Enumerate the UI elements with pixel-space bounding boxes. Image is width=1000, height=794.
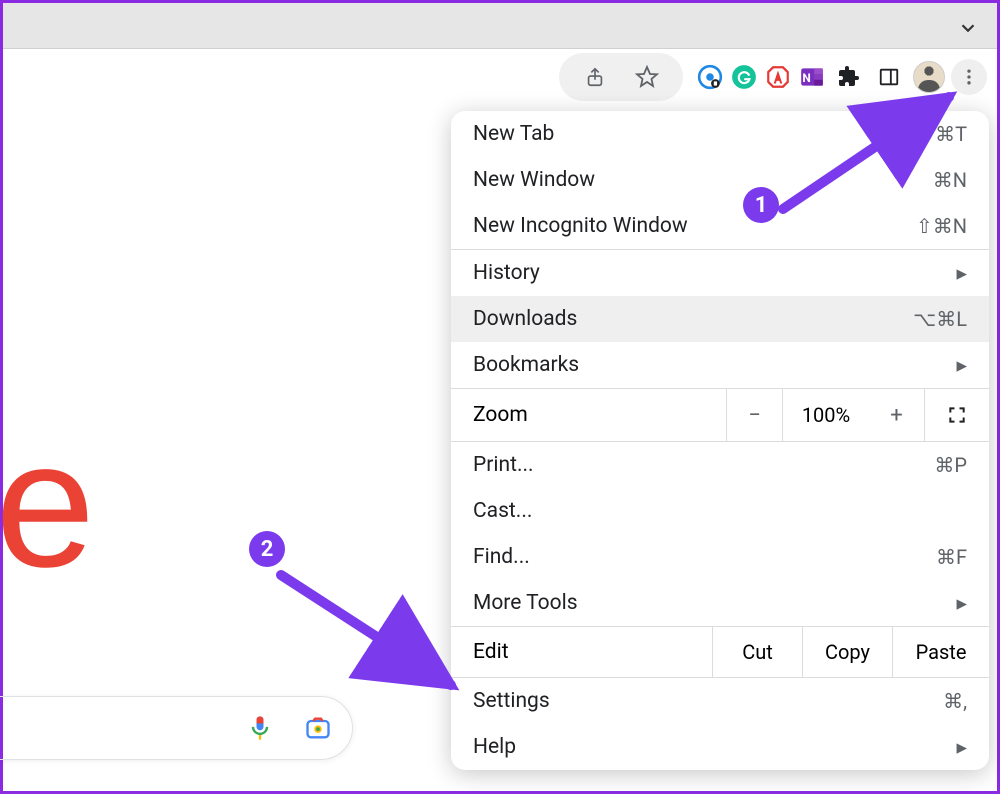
menu-shortcut: ⌘F (936, 545, 967, 569)
window-frame: N g l e ling Lucky New (0, 0, 1000, 794)
menu-more-tools[interactable]: More Tools ▸ (451, 580, 989, 626)
menu-shortcut: ⌘P (934, 453, 967, 477)
menu-find[interactable]: Find... ⌘F (451, 534, 989, 580)
submenu-arrow-icon: ▸ (956, 353, 967, 378)
share-icon[interactable] (577, 59, 613, 95)
menu-label: New Tab (473, 122, 554, 146)
menu-label: Bookmarks (473, 353, 579, 377)
menu-label: More Tools (473, 591, 578, 615)
menu-shortcut: ⌘, (943, 689, 967, 713)
menu-label: History (473, 261, 540, 285)
menu-label: Help (473, 735, 516, 759)
bookmark-star-icon[interactable] (629, 59, 665, 95)
logo-letter-e: e (0, 401, 91, 608)
edit-paste-button[interactable]: Paste (893, 627, 989, 677)
menu-label: New Incognito Window (473, 214, 688, 238)
menu-label: Print... (473, 453, 534, 477)
menu-settings[interactable]: Settings ⌘, (451, 678, 989, 724)
menu-help[interactable]: Help ▸ (451, 724, 989, 770)
submenu-arrow-icon: ▸ (956, 591, 967, 616)
zoom-out-button[interactable]: − (727, 389, 783, 441)
zoom-in-button[interactable]: + (869, 389, 925, 441)
menu-bookmarks[interactable]: Bookmarks ▸ (451, 342, 989, 388)
menu-label: Settings (473, 689, 550, 713)
extension-guard-icon[interactable] (695, 62, 725, 92)
annotation-arrow-1 (773, 83, 973, 223)
menu-label: Cast... (473, 499, 532, 523)
menu-label: Downloads (473, 307, 577, 331)
edit-copy-button[interactable]: Copy (803, 627, 893, 677)
menu-label: New Window (473, 168, 595, 192)
submenu-arrow-icon: ▸ (956, 735, 967, 760)
chevron-down-icon[interactable] (957, 17, 979, 39)
menu-zoom: Zoom − 100% + (451, 389, 989, 441)
zoom-label: Zoom (451, 389, 727, 441)
zoom-value: 100% (783, 389, 869, 441)
google-logo: g l e (0, 401, 91, 608)
annotation-badge-2: 2 (249, 531, 285, 567)
tab-strip (3, 3, 997, 49)
fullscreen-button[interactable] (925, 389, 989, 441)
edit-label: Edit (451, 627, 713, 677)
submenu-arrow-icon: ▸ (956, 261, 967, 286)
menu-edit: Edit Cut Copy Paste (451, 627, 989, 677)
edit-cut-button[interactable]: Cut (713, 627, 803, 677)
menu-shortcut: ⌥⌘L (913, 307, 967, 331)
omnibox-actions (559, 53, 683, 101)
menu-downloads[interactable]: Downloads ⌥⌘L (451, 296, 989, 342)
annotation-arrow-2 (275, 569, 475, 709)
menu-history[interactable]: History ▸ (451, 250, 989, 296)
voice-search-icon[interactable] (246, 714, 274, 742)
image-search-icon[interactable] (304, 714, 332, 742)
extension-grammarly-icon[interactable] (729, 62, 759, 92)
menu-print[interactable]: Print... ⌘P (451, 442, 989, 488)
menu-cast[interactable]: Cast... (451, 488, 989, 534)
menu-label: Find... (473, 545, 530, 569)
